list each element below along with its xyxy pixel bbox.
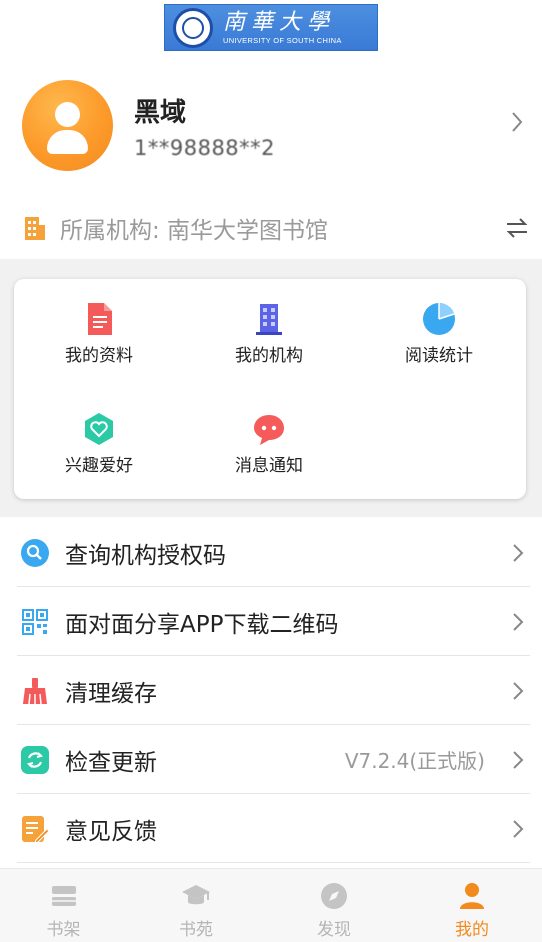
grid-item-reading-stats[interactable]: 阅读统计: [354, 279, 524, 379]
tab-discover[interactable]: 发现: [265, 869, 403, 942]
chevron-right-icon: [513, 750, 524, 769]
bottom-tab-bar: 书架 书苑 发现 我的: [0, 868, 542, 942]
menu-label: 意见反馈: [65, 818, 157, 845]
person-icon: [460, 883, 484, 909]
chat-bubble-icon: [254, 415, 284, 445]
document-icon: [88, 303, 112, 335]
grid-item-notifications[interactable]: 消息通知: [184, 389, 354, 489]
tab-bookshelf[interactable]: 书架: [0, 869, 127, 942]
refresh-icon: [21, 745, 49, 774]
pie-chart-icon: [423, 303, 455, 335]
tab-label: 发现: [317, 920, 351, 940]
chevron-right-icon: [513, 612, 524, 631]
tab-label: 书架: [46, 920, 81, 940]
building-icon: [25, 217, 45, 240]
broom-icon: [23, 677, 47, 704]
qr-code-icon: [22, 608, 48, 635]
bookshelf-icon: [51, 886, 76, 906]
user-name: 黑域: [134, 98, 187, 128]
tab-label: 书苑: [179, 920, 213, 940]
heart-hexagon-icon: [85, 413, 113, 445]
feedback-icon: [22, 815, 50, 844]
grid-item-my-profile[interactable]: 我的资料: [14, 279, 184, 379]
menu-label: 清理缓存: [65, 680, 157, 707]
chevron-right-icon: [513, 819, 524, 838]
tab-label: 我的: [455, 920, 489, 940]
menu-item-check-update[interactable]: 检查更新 V7.2.4(正式版): [0, 725, 542, 794]
tab-mine[interactable]: 我的: [403, 869, 541, 942]
building-icon: [256, 304, 282, 335]
menu-item-clear-cache[interactable]: 清理缓存: [0, 656, 542, 725]
grid-label: 我的机构: [235, 346, 303, 366]
app-version: V7.2.4(正式版): [344, 749, 485, 773]
institution-label: 所属机构: 南华大学图书馆: [60, 218, 329, 244]
grid-item-my-institution[interactable]: 我的机构: [184, 279, 354, 379]
tab-academy[interactable]: 书苑: [127, 869, 265, 942]
chevron-right-icon: [512, 112, 523, 132]
grid-label: 兴趣爱好: [65, 456, 133, 476]
swap-icon[interactable]: [504, 215, 530, 241]
grid-label: 阅读统计: [405, 346, 473, 366]
feature-grid: 我的资料 我的机构 阅读统计 兴趣爱好 消息通知: [14, 279, 526, 499]
avatar[interactable]: [22, 80, 113, 171]
menu-label: 查询机构授权码: [65, 542, 226, 569]
logo-name-cn: 南華大學: [223, 9, 336, 35]
settings-menu: 查询机构授权码 面对面分享APP下载二维码 清理缓存 检查更新 V7.2.4(正…: [0, 518, 542, 863]
chevron-right-icon: [513, 543, 524, 562]
search-icon: [21, 538, 49, 567]
graduation-cap-icon: [182, 885, 210, 905]
grid-label: 我的资料: [65, 346, 133, 366]
menu-item-share-qr[interactable]: 面对面分享APP下载二维码: [0, 587, 542, 656]
grid-label: 消息通知: [235, 456, 303, 476]
university-logo: 南華大學 UNIVERSITY OF SOUTH CHINA: [164, 4, 378, 51]
user-phone: 1**98888**2: [134, 136, 276, 160]
menu-item-query-auth-code[interactable]: 查询机构授权码: [0, 518, 542, 587]
profile-header[interactable]: 黑域 1**98888**2: [0, 70, 542, 190]
menu-item-feedback[interactable]: 意见反馈: [0, 794, 542, 863]
grid-item-interests[interactable]: 兴趣爱好: [14, 389, 184, 489]
menu-label: 面对面分享APP下载二维码: [65, 611, 339, 638]
chevron-right-icon: [513, 681, 524, 700]
university-seal-icon: [173, 7, 213, 48]
institution-row[interactable]: 所属机构: 南华大学图书馆: [0, 197, 542, 259]
menu-label: 检查更新: [65, 749, 157, 776]
logo-name-en: UNIVERSITY OF SOUTH CHINA: [223, 35, 342, 45]
compass-icon: [321, 883, 347, 909]
